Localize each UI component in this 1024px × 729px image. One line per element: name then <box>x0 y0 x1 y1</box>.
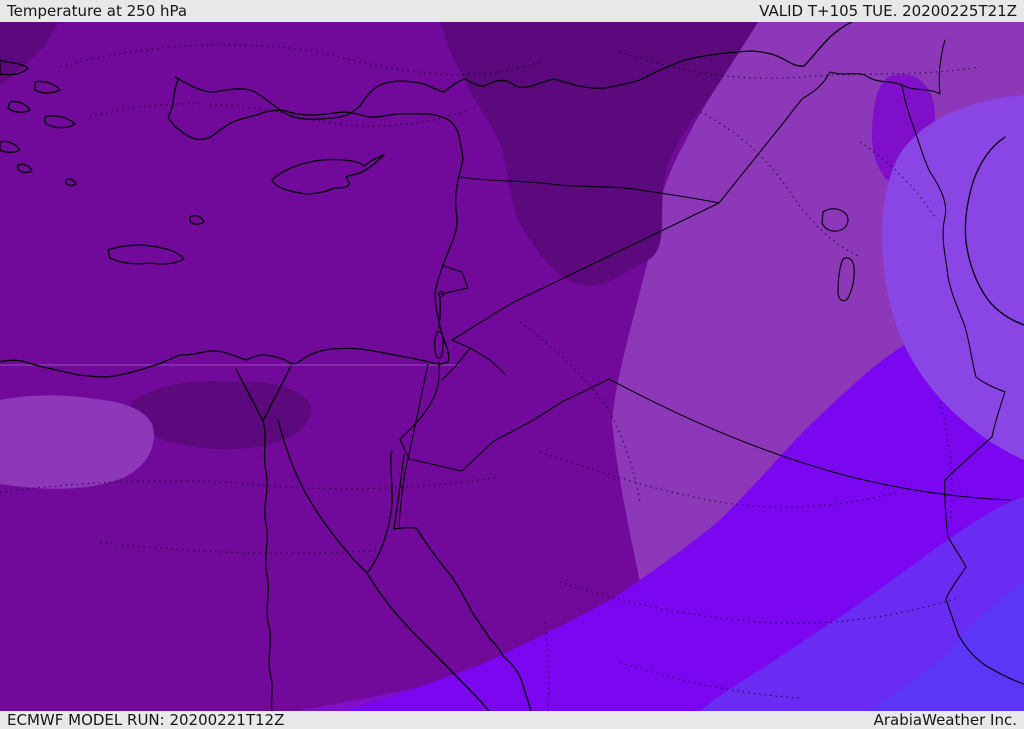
header-bar: Temperature at 250 hPa VALID T+105 TUE. … <box>0 0 1024 22</box>
temperature-fill-layer <box>0 22 1024 711</box>
valid-time-label: VALID T+105 TUE. 20200225T21Z <box>759 2 1017 20</box>
attribution-label: ArabiaWeather Inc. <box>873 711 1017 729</box>
footer-bar: ECMWF MODEL RUN: 20200221T12Z ArabiaWeat… <box>0 711 1024 729</box>
model-run-label: ECMWF MODEL RUN: 20200221T12Z <box>7 711 285 729</box>
weather-map <box>0 22 1024 711</box>
page-title: Temperature at 250 hPa <box>7 2 188 20</box>
weather-map-page: Temperature at 250 hPa VALID T+105 TUE. … <box>0 0 1024 729</box>
